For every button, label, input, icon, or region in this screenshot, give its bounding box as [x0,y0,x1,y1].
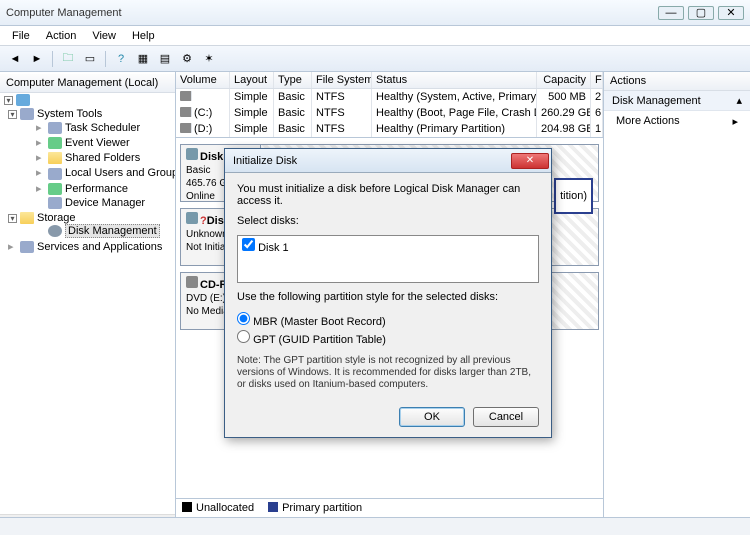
mbr-radio[interactable] [237,312,250,325]
ok-button[interactable]: OK [399,407,465,427]
disk1-checkbox[interactable] [242,238,255,251]
cancel-button[interactable]: Cancel [473,407,539,427]
gpt-radio[interactable] [237,330,250,343]
initialize-disk-dialog: Initialize Disk ✕ You must initialize a … [224,148,552,438]
disk1-checkbox-row[interactable]: Disk 1 [242,238,534,254]
mbr-radio-row[interactable]: MBR (Master Boot Record) [237,311,539,329]
gpt-radio-row[interactable]: GPT (GUID Partition Table) [237,329,539,347]
partition-style-label: Use the following partition style for th… [237,291,539,303]
dialog-note: Note: The GPT partition style is not rec… [237,355,539,391]
dialog-message: You must initialize a disk before Logica… [237,183,539,207]
dialog-title: Initialize Disk [233,155,511,167]
dialog-close-button[interactable]: ✕ [511,153,549,169]
dialog-titlebar[interactable]: Initialize Disk ✕ [225,149,551,173]
modal-overlay: Initialize Disk ✕ You must initialize a … [0,0,750,535]
disk-list[interactable]: Disk 1 [237,235,539,283]
select-disks-label: Select disks: [237,215,539,227]
